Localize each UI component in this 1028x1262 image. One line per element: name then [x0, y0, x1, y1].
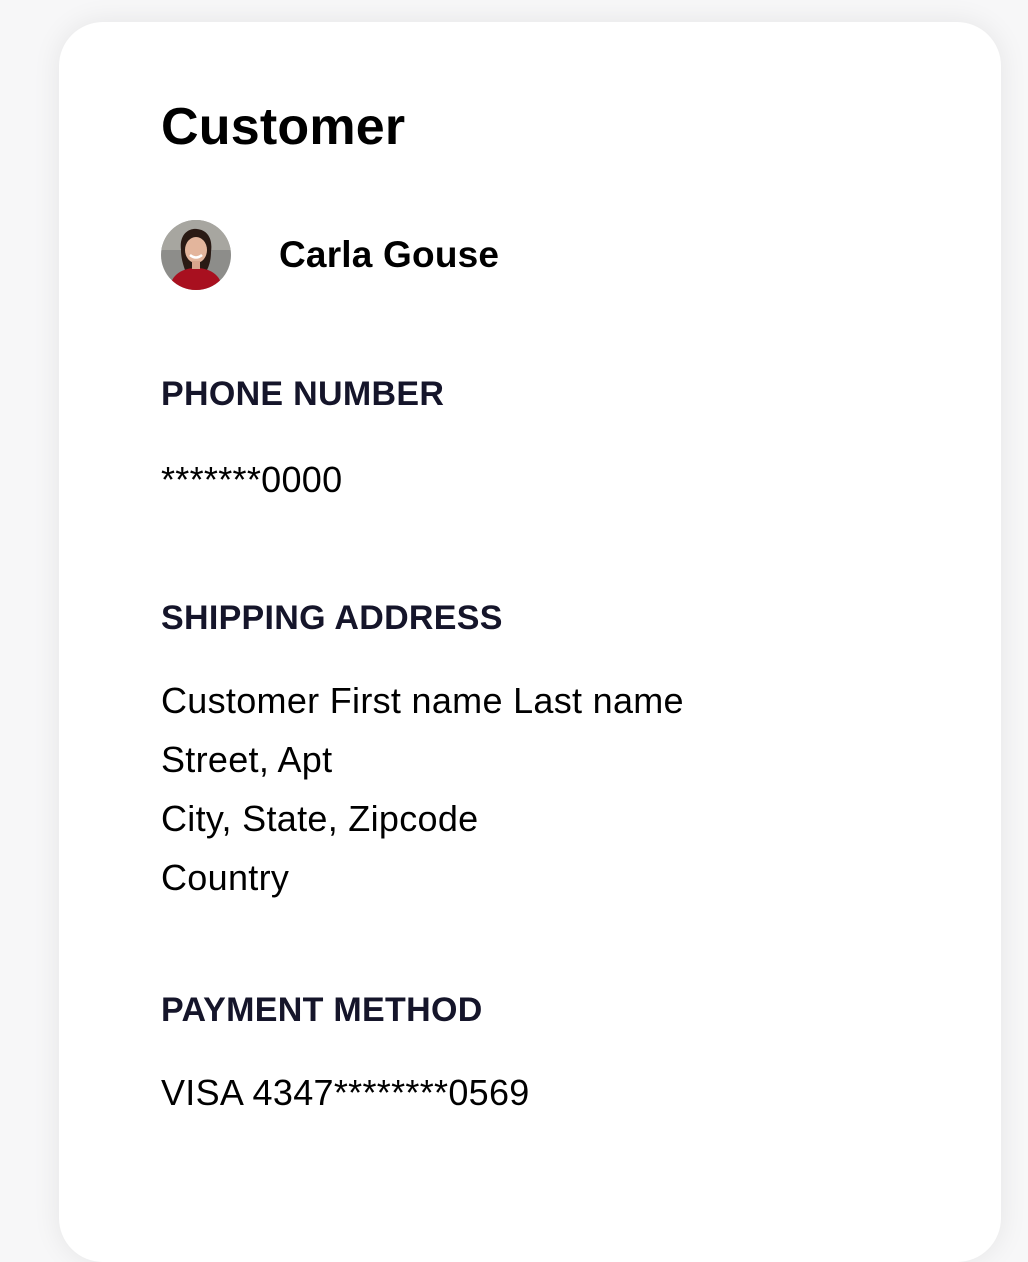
- phone-number-value: *******0000: [161, 459, 343, 500]
- customer-name: Carla Gouse: [279, 234, 500, 275]
- shipping-address-value: Customer First name Last name Street, Ap…: [161, 671, 684, 907]
- card-title: Customer: [161, 98, 406, 156]
- shipping-address-line: Street, Apt: [161, 739, 333, 780]
- payment-method-value: VISA 4347********0569: [161, 1072, 530, 1113]
- avatar: [161, 220, 231, 290]
- shipping-address-line: City, State, Zipcode: [161, 798, 479, 839]
- shipping-address-label: SHIPPING ADDRESS: [161, 599, 503, 637]
- customer-row: Carla Gouse: [161, 220, 499, 290]
- shipping-address-line: Customer First name Last name: [161, 680, 684, 721]
- phone-number-label: PHONE NUMBER: [161, 375, 445, 413]
- customer-card: Customer Carla Gouse PHONE NUMBER ******…: [59, 22, 1001, 1262]
- profile-photo-icon: [161, 220, 231, 290]
- shipping-address-line: Country: [161, 857, 290, 898]
- payment-method-label: PAYMENT METHOD: [161, 991, 483, 1029]
